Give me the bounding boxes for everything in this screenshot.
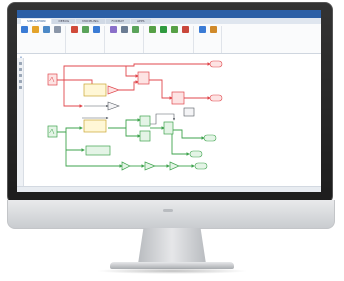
data-inspector-icon bbox=[199, 26, 206, 33]
annotation-icon[interactable] bbox=[18, 74, 22, 77]
save-button[interactable] bbox=[42, 26, 51, 53]
step-forward-icon bbox=[171, 26, 178, 33]
gain-block-red[interactable] bbox=[107, 85, 121, 95]
monitor-stand-neck bbox=[138, 228, 206, 264]
tab-apps[interactable]: APPS bbox=[130, 19, 151, 24]
monitor-stand-shadow bbox=[96, 268, 248, 274]
sum-block-green-1[interactable] bbox=[139, 115, 151, 127]
save-icon bbox=[43, 26, 50, 33]
tab-modeling[interactable]: MODELING bbox=[76, 19, 105, 24]
zoom-icon[interactable] bbox=[18, 62, 22, 65]
image-icon[interactable] bbox=[18, 80, 22, 83]
outport-4[interactable] bbox=[189, 150, 203, 158]
open-button[interactable] bbox=[31, 26, 40, 53]
step-forward-button[interactable] bbox=[170, 26, 179, 53]
fit-view-icon[interactable] bbox=[18, 68, 22, 71]
stop-button[interactable] bbox=[181, 26, 190, 53]
stop-icon bbox=[182, 26, 189, 33]
outport-2[interactable] bbox=[209, 94, 223, 102]
log-signals-button[interactable] bbox=[81, 26, 90, 53]
library-icon bbox=[71, 26, 78, 33]
sum-block-green-2[interactable] bbox=[139, 130, 151, 142]
library-button[interactable] bbox=[70, 26, 79, 53]
gain-block-green-3[interactable] bbox=[169, 161, 180, 171]
ribbon-group bbox=[109, 26, 144, 53]
subsystem-block-2[interactable] bbox=[83, 119, 107, 133]
tab-debug[interactable]: DEBUG bbox=[52, 19, 76, 24]
normal-mode-button[interactable] bbox=[131, 26, 140, 53]
status-bar bbox=[17, 186, 321, 192]
new-icon bbox=[21, 26, 28, 33]
app-window: SIMULATION DEBUG MODELING FORMAT APPS ⌂ bbox=[17, 10, 321, 192]
signal-table-icon bbox=[110, 26, 117, 33]
new-button[interactable] bbox=[20, 26, 29, 53]
tab-format[interactable]: FORMAT bbox=[105, 19, 130, 24]
stop-time-button[interactable] bbox=[120, 26, 129, 53]
data-inspector-button[interactable] bbox=[198, 26, 207, 53]
ribbon-group bbox=[148, 26, 194, 53]
monitor-chin bbox=[7, 200, 335, 229]
print-button[interactable] bbox=[53, 26, 62, 53]
block-diagram bbox=[47, 60, 223, 171]
normal-mode-icon bbox=[132, 26, 139, 33]
open-icon bbox=[32, 26, 39, 33]
logic-analyzer-icon bbox=[210, 26, 217, 33]
log-signals-icon bbox=[82, 26, 89, 33]
ribbon-group bbox=[20, 26, 66, 53]
outport-3[interactable] bbox=[203, 134, 217, 142]
ribbon-toolstrip bbox=[17, 24, 321, 54]
step-back-button[interactable] bbox=[148, 26, 157, 53]
source-block-red[interactable] bbox=[47, 73, 58, 86]
monitor-logo bbox=[163, 209, 173, 212]
mux-block-green[interactable] bbox=[163, 121, 174, 135]
green-signal-lines bbox=[54, 118, 205, 168]
red-signal-lines bbox=[54, 62, 211, 108]
outport-5[interactable] bbox=[194, 162, 208, 170]
add-viewer-button[interactable] bbox=[92, 26, 101, 53]
outport-1[interactable] bbox=[209, 60, 223, 68]
gain-block-dark[interactable] bbox=[107, 101, 120, 111]
transfer-fcn-block[interactable] bbox=[85, 145, 111, 156]
title-bar bbox=[17, 10, 321, 18]
gain-block-green-1[interactable] bbox=[121, 161, 131, 171]
signal-table-button[interactable] bbox=[109, 26, 118, 53]
area-icon[interactable] bbox=[18, 86, 22, 89]
gain-block-green-2[interactable] bbox=[144, 161, 156, 171]
tab-simulation[interactable]: SIMULATION bbox=[21, 19, 52, 24]
print-icon bbox=[54, 26, 61, 33]
run-button[interactable] bbox=[159, 26, 168, 53]
sum-block-red[interactable] bbox=[137, 71, 150, 85]
stop-time-icon bbox=[121, 26, 128, 33]
display-block[interactable] bbox=[183, 107, 195, 117]
ribbon-group bbox=[70, 26, 105, 53]
canvas-palette bbox=[17, 58, 24, 186]
add-viewer-icon bbox=[93, 26, 100, 33]
mux-block-red[interactable] bbox=[171, 91, 185, 105]
model-canvas[interactable] bbox=[17, 58, 321, 186]
logic-analyzer-button[interactable] bbox=[209, 26, 218, 53]
source-block-green[interactable] bbox=[47, 125, 58, 138]
ribbon-group bbox=[198, 26, 222, 53]
run-icon bbox=[160, 26, 167, 33]
step-back-icon bbox=[149, 26, 156, 33]
subsystem-block-1[interactable] bbox=[83, 83, 107, 97]
